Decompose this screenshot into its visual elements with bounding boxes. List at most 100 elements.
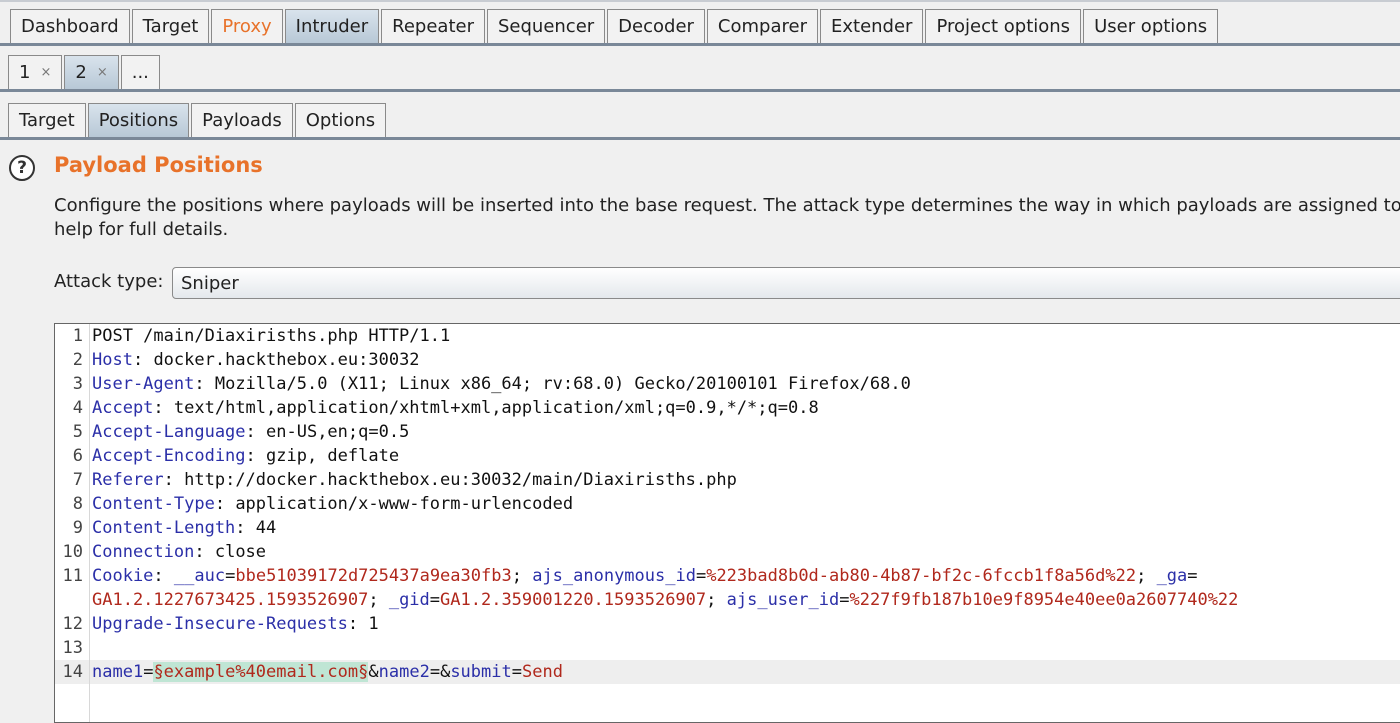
line-number: 12 xyxy=(62,614,83,634)
tab-user-options[interactable]: User options xyxy=(1083,9,1219,43)
colon: : xyxy=(347,614,359,634)
header-name: Accept-Language xyxy=(92,422,246,442)
cookie-value: GA1.2.359001220.1593526907 xyxy=(440,590,707,610)
cookie-name: _gid xyxy=(388,590,430,610)
attack-tab-label: 1 xyxy=(19,62,31,83)
cookie-value: %227f9fb187b10e9f8954e40ee0a2607740%22 xyxy=(849,590,1239,610)
request-editor[interactable]: 1 POST /main/Diaxirisths.php HTTP/1.1 2 … xyxy=(54,323,1400,723)
header-name: User-Agent xyxy=(92,374,195,394)
editor-line: 7 Referer: http://docker.hackthebox.eu:3… xyxy=(55,468,1400,492)
payload-position-marker[interactable]: §example%40email.com§ xyxy=(153,662,369,682)
header-name: Host xyxy=(92,350,133,370)
param-name: name2 xyxy=(378,662,430,682)
line-number: 10 xyxy=(62,542,83,562)
editor-line: 11 Cookie: __auc=bbe51039172d725437a9ea3… xyxy=(55,564,1400,588)
tab-intruder[interactable]: Intruder xyxy=(284,9,380,43)
tab-repeater[interactable]: Repeater xyxy=(381,9,485,43)
editor-line: GA1.2.1227673425.1593526907; _gid=GA1.2.… xyxy=(55,588,1400,612)
param-value: Send xyxy=(521,662,563,682)
editor-line: 10 Connection: close xyxy=(55,540,1400,564)
attack-tab-1[interactable]: 1 × xyxy=(8,55,63,89)
close-icon[interactable]: × xyxy=(97,65,108,80)
tab-sequencer[interactable]: Sequencer xyxy=(486,9,606,43)
cookie-value: %223bad8b0d-ab80-4b87-bf2c-6fccb1f8a56d%… xyxy=(706,566,1137,586)
line-number: 1 xyxy=(72,326,83,346)
header-name: Accept-Encoding xyxy=(92,446,246,466)
header-value: 1 xyxy=(358,614,379,634)
subtab-target[interactable]: Target xyxy=(8,103,86,137)
header-name: Connection xyxy=(92,542,195,562)
header-name: Referer xyxy=(92,470,164,490)
line-number: 3 xyxy=(72,374,83,394)
header-value: application/x-www-form-urlencoded xyxy=(225,494,574,514)
attack-tab-bar: 1 × 2 × ... xyxy=(0,46,1400,92)
editor-line: 6 Accept-Encoding: gzip, deflate xyxy=(55,444,1400,468)
colon: : xyxy=(163,470,174,490)
line-number xyxy=(55,588,92,612)
cookie-name: ajs_user_id xyxy=(726,590,840,610)
header-value: gzip, deflate xyxy=(255,446,400,466)
line-number: 5 xyxy=(72,422,83,442)
header-value: 44 xyxy=(245,518,277,538)
help-icon[interactable]: ? xyxy=(9,155,35,181)
line-number: 11 xyxy=(62,566,83,586)
param-name: submit xyxy=(450,662,512,682)
description-line: help for full details. xyxy=(54,219,229,240)
main-tab-bar: Dashboard Target Proxy Intruder Repeater… xyxy=(0,0,1400,46)
line-number: 2 xyxy=(72,350,83,370)
header-name: Upgrade-Insecure-Requests xyxy=(92,614,348,634)
tab-target[interactable]: Target xyxy=(131,9,210,43)
intruder-sub-tab-bar: Target Positions Payloads Options xyxy=(0,92,1400,140)
section-description: Configure the positions where payloads w… xyxy=(54,194,1400,242)
header-value: docker.hackthebox.eu:30032 xyxy=(143,350,420,370)
description-line: Configure the positions where payloads w… xyxy=(54,195,1400,216)
section-title: Payload Positions xyxy=(54,153,263,177)
attack-tab-2[interactable]: 2 × xyxy=(64,55,119,89)
tab-proxy[interactable]: Proxy xyxy=(211,9,283,43)
editor-line: 12 Upgrade-Insecure-Requests: 1 xyxy=(55,612,1400,636)
param-name: name1 xyxy=(92,662,144,682)
subtab-positions[interactable]: Positions xyxy=(87,103,190,137)
tab-comparer[interactable]: Comparer xyxy=(706,9,818,43)
line-number: 14 xyxy=(62,662,83,682)
line-number: 6 xyxy=(72,446,83,466)
header-value: http://docker.hackthebox.eu:30032/main/D… xyxy=(173,470,737,490)
cookie-name: _ga xyxy=(1156,566,1188,586)
colon: : xyxy=(214,494,226,514)
colon: : xyxy=(194,374,205,394)
attack-tab-new[interactable]: ... xyxy=(120,55,160,89)
attack-type-value: Sniper xyxy=(181,272,239,294)
cookie-name: ajs_anonymous_id xyxy=(532,566,696,586)
editor-line: 3 User-Agent: Mozilla/5.0 (X11; Linux x8… xyxy=(55,372,1400,396)
editor-line: 1 POST /main/Diaxirisths.php HTTP/1.1 xyxy=(55,324,1400,348)
colon: : xyxy=(245,422,256,442)
editor-line: 5 Accept-Language: en-US,en;q=0.5 xyxy=(55,420,1400,444)
colon: : xyxy=(153,566,164,586)
editor-line: 2 Host: docker.hackthebox.eu:30032 xyxy=(55,348,1400,372)
header-name: Accept xyxy=(92,398,154,418)
attack-type-select[interactable]: Sniper xyxy=(172,267,1400,299)
line-number: 13 xyxy=(62,638,83,658)
tab-decoder[interactable]: Decoder xyxy=(607,9,705,43)
cookie-value: bbe51039172d725437a9ea30fb3 xyxy=(235,566,512,586)
tab-project-options[interactable]: Project options xyxy=(925,9,1082,43)
editor-line-current: 14 name1=§example%40email.com§&name2=&su… xyxy=(55,660,1400,684)
tab-dashboard[interactable]: Dashboard xyxy=(10,9,130,43)
subtab-payloads[interactable]: Payloads xyxy=(191,103,293,137)
line-number: 9 xyxy=(72,518,83,538)
colon: : xyxy=(153,398,164,418)
close-icon[interactable]: × xyxy=(40,65,51,80)
header-name: Content-Type xyxy=(92,494,215,514)
editor-line: 9 Content-Length: 44 xyxy=(55,516,1400,540)
editor-line: 4 Accept: text/html,application/xhtml+xm… xyxy=(55,396,1400,420)
subtab-options[interactable]: Options xyxy=(294,103,387,137)
header-value: text/html,application/xhtml+xml,applicat… xyxy=(163,398,819,418)
tab-extender[interactable]: Extender xyxy=(819,9,924,43)
colon: : xyxy=(235,518,246,538)
attack-type-label: Attack type: xyxy=(54,271,164,292)
colon: : xyxy=(245,446,256,466)
request-line: POST /main/Diaxirisths.php HTTP/1.1 xyxy=(92,326,451,346)
header-value: en-US,en;q=0.5 xyxy=(255,422,410,442)
colon: : xyxy=(194,542,205,562)
header-value: close xyxy=(204,542,267,562)
